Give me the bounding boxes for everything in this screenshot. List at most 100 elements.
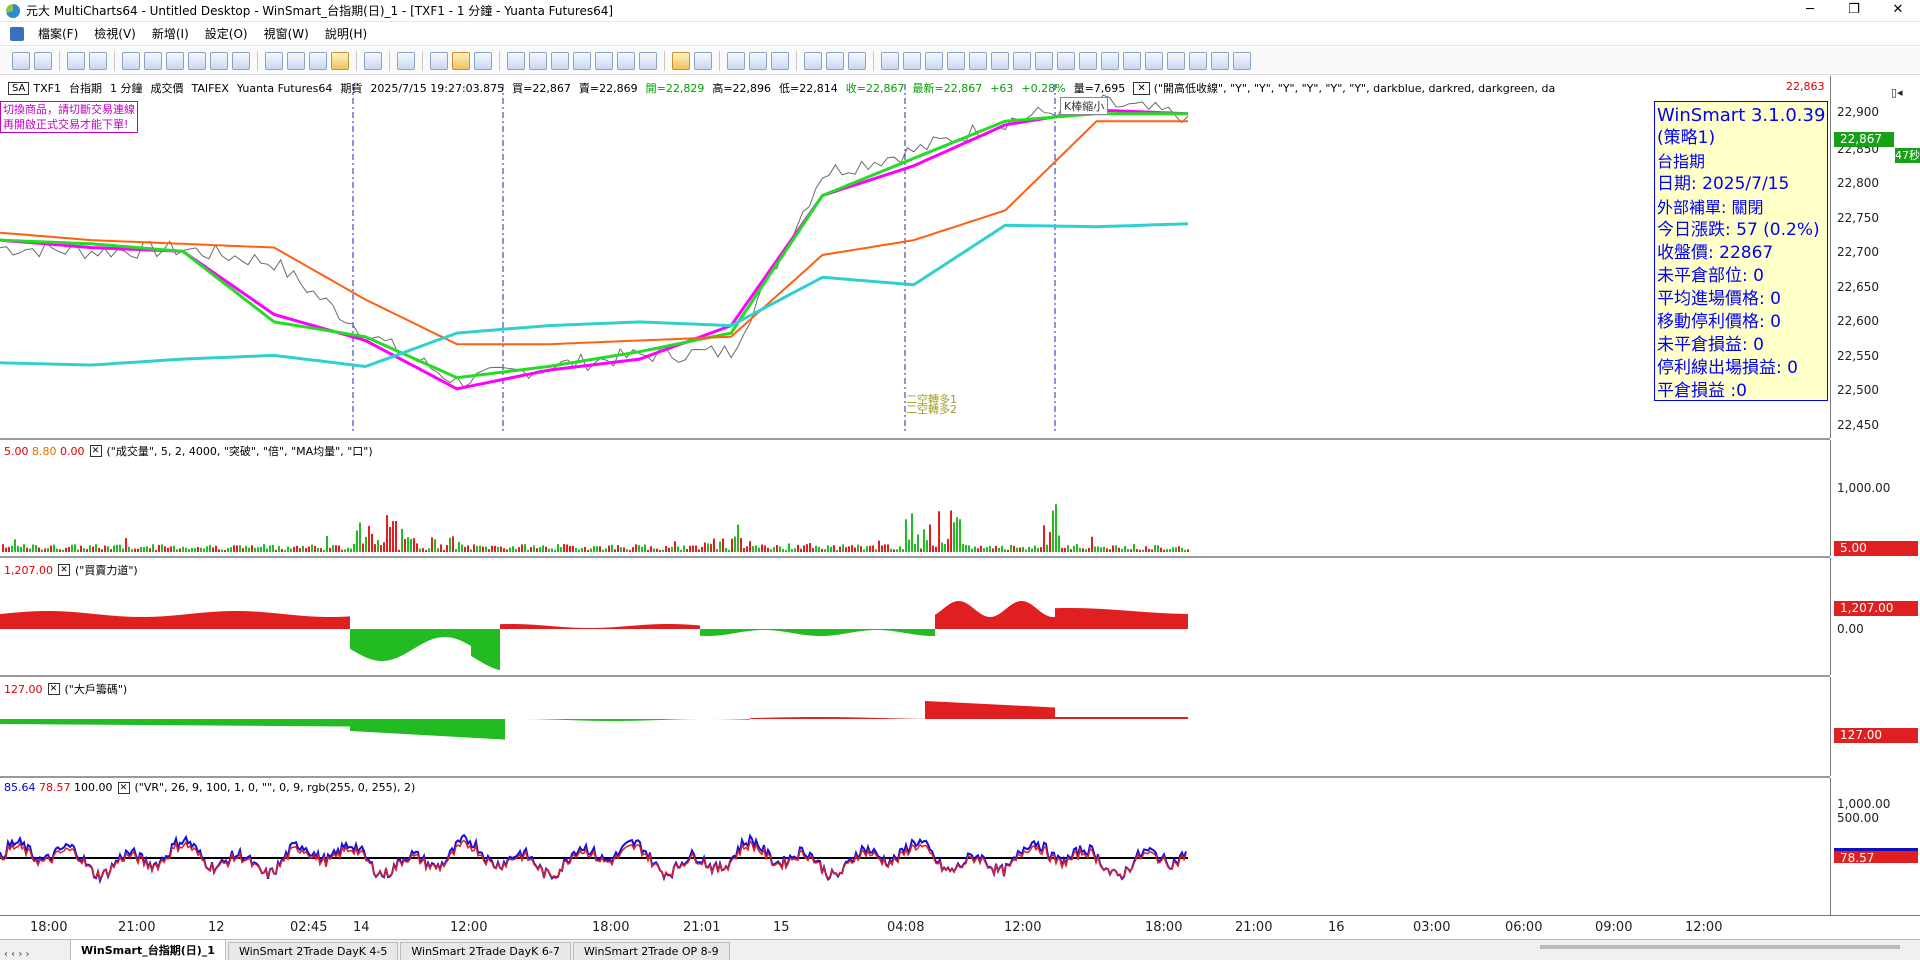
scroll-right-icon[interactable] <box>903 51 921 70</box>
close-indicator-icon[interactable]: ✕ <box>47 683 60 695</box>
power-bar <box>1135 611 1136 629</box>
refresh-icon[interactable] <box>1189 51 1207 70</box>
bars-narrow-icon[interactable] <box>1079 51 1097 70</box>
scanner-icon[interactable] <box>144 51 162 70</box>
channel-icon[interactable] <box>617 51 635 70</box>
power-bar <box>871 629 872 631</box>
close-study-icon[interactable]: ✕ <box>1133 81 1150 95</box>
arrows-icon[interactable] <box>1013 51 1031 70</box>
close-indicator-icon[interactable]: ✕ <box>89 445 102 457</box>
menu-settings[interactable]: 設定(O) <box>197 25 256 42</box>
menu-insert[interactable]: 新增(I) <box>144 25 197 42</box>
bar-chart-icon[interactable] <box>430 51 448 70</box>
price-chart[interactable]: 二空轉多1二空轉多2 <box>0 76 1830 438</box>
price-axis[interactable]: 22,900 22,850 22,800 22,750 22,700 22,65… <box>1830 76 1920 438</box>
tab-nav-arrows[interactable]: ‹ ‹ › › <box>0 949 70 960</box>
save-icon[interactable] <box>67 51 85 70</box>
time-axis[interactable]: 18:00 21:00 12 02:45 14 12:00 18:00 21:0… <box>0 915 1920 939</box>
power-bar <box>924 629 925 636</box>
eye-icon[interactable] <box>1211 51 1229 70</box>
rotate-icon[interactable] <box>1167 51 1185 70</box>
power-bar <box>586 627 587 629</box>
menu-view[interactable]: 檢視(V) <box>86 25 144 42</box>
maximize-button[interactable]: ❐ <box>1832 0 1876 22</box>
vertical-line-icon[interactable] <box>573 51 591 70</box>
zoom-in-icon[interactable] <box>1123 51 1141 70</box>
strategy-icon[interactable] <box>309 51 327 70</box>
text-icon[interactable] <box>639 51 657 70</box>
big-holder-pane[interactable] <box>0 677 1830 776</box>
power-bar <box>1044 614 1045 629</box>
power-pane[interactable] <box>0 558 1830 675</box>
power-bar <box>1177 613 1178 629</box>
marker-icon[interactable] <box>991 51 1009 70</box>
signal-icon[interactable] <box>331 51 349 70</box>
portfolio-icon[interactable] <box>166 51 184 70</box>
hourglass-icon[interactable] <box>925 51 943 70</box>
horizontal-scrollbar[interactable] <box>1540 945 1900 949</box>
line-chart-icon[interactable] <box>474 51 492 70</box>
power-bar <box>761 629 762 631</box>
data-window-icon[interactable] <box>397 51 415 70</box>
layout-icon[interactable] <box>826 51 844 70</box>
indicator-icon[interactable] <box>287 51 305 70</box>
order-icon[interactable] <box>210 51 228 70</box>
chart-menu-icon[interactable]: ▯◂ <box>1891 86 1903 99</box>
grid-icon[interactable] <box>804 51 822 70</box>
power-axis[interactable]: 1,207.00 0.00 <box>1830 558 1920 675</box>
tab-winsmart-op-8-9[interactable]: WinSmart 2Trade OP 8-9 <box>572 942 730 960</box>
price-pane[interactable]: 二空轉多1 二空轉多2 <box>0 76 1830 438</box>
arrange-icon[interactable] <box>771 51 789 70</box>
document-icon[interactable] <box>10 26 24 41</box>
scroll-left-icon[interactable] <box>881 51 899 70</box>
trendline-icon[interactable] <box>507 51 525 70</box>
new-window-icon[interactable] <box>12 51 30 70</box>
power-bar <box>646 624 647 629</box>
minimize-button[interactable]: ─ <box>1788 0 1832 22</box>
close-button[interactable]: ✕ <box>1876 0 1920 22</box>
menu-help[interactable]: 說明(H) <box>317 25 375 42</box>
format-icon[interactable] <box>265 51 283 70</box>
menu-window[interactable]: 視窗(W) <box>256 25 317 42</box>
close-indicator-icon[interactable]: ✕ <box>57 564 70 576</box>
tab-winsmart-dayk-6-7[interactable]: WinSmart 2Trade DayK 6-7 <box>400 942 571 960</box>
big-holder-axis[interactable]: 127.00 <box>1830 677 1920 776</box>
close-indicator-icon[interactable]: ✕ <box>117 781 130 794</box>
power-bar <box>289 614 290 629</box>
power-bar <box>576 627 577 629</box>
arrow-up-icon[interactable] <box>947 51 965 70</box>
horizontal-line-icon[interactable] <box>551 51 569 70</box>
hand-icon[interactable] <box>1233 51 1251 70</box>
template-icon[interactable] <box>848 51 866 70</box>
edit-icon[interactable] <box>89 51 107 70</box>
arrow-down-icon[interactable] <box>969 51 987 70</box>
big-holder-bar <box>662 719 663 720</box>
pointer-icon[interactable] <box>672 51 690 70</box>
expand-icon[interactable] <box>1057 51 1075 70</box>
open-folder-icon[interactable] <box>34 51 52 70</box>
mode-selector[interactable]: SA <box>8 81 30 95</box>
drag-icon[interactable] <box>749 51 767 70</box>
shrink-icon[interactable] <box>1035 51 1053 70</box>
vr-pane[interactable] <box>0 778 1830 915</box>
volume-bar <box>722 538 724 552</box>
quote-icon[interactable] <box>232 51 250 70</box>
fibonacci-icon[interactable] <box>595 51 613 70</box>
vr-axis[interactable]: 1,000.00 500.00 78.57 <box>1830 778 1920 915</box>
zoom-out-icon[interactable] <box>1145 51 1163 70</box>
volume-axis[interactable]: 1,000.00 5.00 <box>1830 440 1920 556</box>
zoom-window-icon[interactable] <box>727 51 745 70</box>
menu-file[interactable]: 檔案(F) <box>30 25 86 42</box>
big-holder-bar <box>350 719 351 731</box>
crosshair-icon[interactable] <box>694 51 712 70</box>
ray-icon[interactable] <box>529 51 547 70</box>
alert-icon[interactable] <box>364 51 382 70</box>
volume-bar <box>248 547 250 552</box>
power-bar <box>286 614 287 629</box>
chart-window-icon[interactable] <box>122 51 140 70</box>
bars-wide-icon[interactable] <box>1101 51 1119 70</box>
candlestick-icon[interactable] <box>452 51 470 70</box>
tab-winsmart-1[interactable]: WinSmart_台指期(日)_1 <box>70 939 226 960</box>
dom-icon[interactable] <box>188 51 206 70</box>
tab-winsmart-dayk-4-5[interactable]: WinSmart 2Trade DayK 4-5 <box>227 942 399 960</box>
